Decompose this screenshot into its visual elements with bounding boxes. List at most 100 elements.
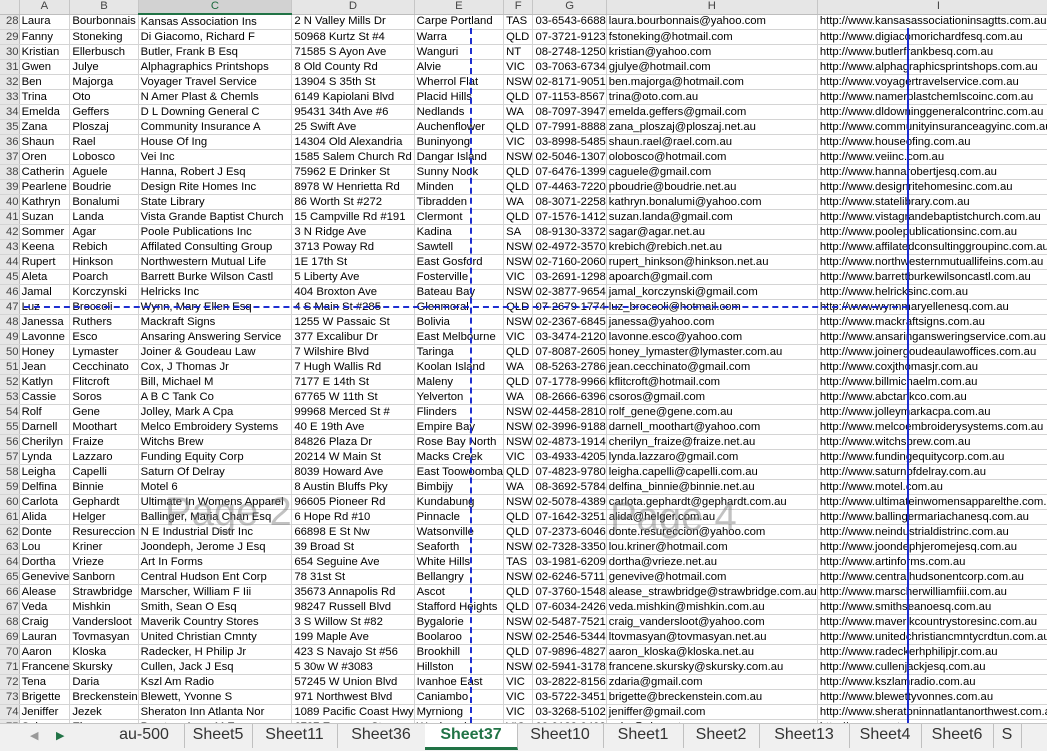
cell-h[interactable]: jeniffer@gmail.com	[606, 704, 818, 720]
cell-i[interactable]: http://www.alphagraphicsprintshops.com.a…	[817, 59, 1047, 75]
cell-d[interactable]: 7177 E 14th St	[291, 374, 415, 390]
cell-i[interactable]: http://www.sheratoninnatlantanorthwest.c…	[817, 704, 1047, 720]
cell-g[interactable]: 07-3721-9123	[532, 29, 607, 45]
cell-a[interactable]: Lynda	[19, 449, 71, 465]
cell-e[interactable]: Clermont	[414, 209, 505, 225]
row-header[interactable]: 46	[0, 284, 20, 300]
cell-g[interactable]: 02-4458-2810	[532, 404, 607, 420]
cell-c[interactable]: Marscher, William F Iii	[138, 584, 293, 600]
cell-i[interactable]: http://www.kszlamradio.com.au	[817, 674, 1047, 690]
cell-c[interactable]: House Of Ing	[138, 134, 293, 150]
cell-h[interactable]: genevive@hotmail.com	[606, 569, 818, 585]
cell-h[interactable]: delfina_binnie@binnie.net.au	[606, 479, 818, 495]
cell-h[interactable]: cherilyn_fraize@fraize.net.au	[606, 434, 818, 450]
cell-e[interactable]: Ascot	[414, 584, 505, 600]
cell-d[interactable]: 7 Hugh Wallis Rd	[291, 359, 415, 375]
cell-b[interactable]: Gene	[69, 404, 139, 420]
cell-g[interactable]: 02-4873-1914	[532, 434, 607, 450]
cell-d[interactable]: 99968 Merced St #	[291, 404, 415, 420]
cell-e[interactable]: Boolaroo	[414, 629, 505, 645]
sheet-tab-sheet1[interactable]: Sheet1	[603, 724, 684, 748]
cell-f[interactable]: NSW	[503, 74, 534, 90]
cell-f[interactable]: WA	[503, 479, 534, 495]
cell-b[interactable]: Breckenstein	[69, 689, 139, 705]
cell-d[interactable]: 84826 Plaza Dr	[291, 434, 415, 450]
cell-c[interactable]: Cox, J Thomas Jr	[138, 359, 293, 375]
cell-g[interactable]: 07-2373-6046	[532, 524, 607, 540]
cell-i[interactable]: http://www.mackraftsigns.com.au	[817, 314, 1047, 330]
cell-c[interactable]: Melco Embroidery Systems	[138, 419, 293, 435]
cell-a[interactable]: Kathryn	[19, 194, 71, 210]
cell-e[interactable]: Tibradden	[414, 194, 505, 210]
cell-i[interactable]: http://www.saturnofdelray.com.au	[817, 464, 1047, 480]
cell-h[interactable]: gjulye@hotmail.com	[606, 59, 818, 75]
cell-e[interactable]: Pinnacle	[414, 509, 505, 525]
cell-h[interactable]: veda.mishkin@mishkin.com.au	[606, 599, 818, 615]
cell-f[interactable]: VIC	[503, 329, 534, 345]
cell-e[interactable]: Rose Bay North	[414, 434, 505, 450]
cell-d[interactable]: 3713 Poway Rd	[291, 239, 415, 255]
cell-b[interactable]: Oto	[69, 89, 139, 105]
cell-h[interactable]: honey_lymaster@lymaster.com.au	[606, 344, 818, 360]
cell-b[interactable]: Rebich	[69, 239, 139, 255]
cell-a[interactable]: Aaron	[19, 644, 71, 660]
cell-i[interactable]: http://www.jolleymarkacpa.com.au	[817, 404, 1047, 420]
row-header[interactable]: 37	[0, 149, 20, 165]
cell-e[interactable]: Caniambo	[414, 689, 505, 705]
cell-c[interactable]: Central Hudson Ent Corp	[138, 569, 293, 585]
cell-a[interactable]: Cherilyn	[19, 434, 71, 450]
cell-b[interactable]: Jezek	[69, 704, 139, 720]
cell-a[interactable]: Genevive	[19, 569, 71, 585]
cell-f[interactable]: QLD	[503, 464, 534, 480]
cell-a[interactable]: Delfina	[19, 479, 71, 495]
cell-a[interactable]: Lavonne	[19, 329, 71, 345]
cell-g[interactable]: 03-5722-3451	[532, 689, 607, 705]
cell-i[interactable]: http://www.designritehomesinc.com.au	[817, 179, 1047, 195]
cell-h[interactable]: laura.bourbonnais@yahoo.com	[606, 14, 818, 30]
cell-d[interactable]: 5 Liberty Ave	[291, 269, 415, 285]
cell-b[interactable]: Lobosco	[69, 149, 139, 165]
sheet-tab-s[interactable]: S	[993, 724, 1022, 748]
cell-i[interactable]: http://www.poolepublicationsinc.com.au	[817, 224, 1047, 240]
cell-c[interactable]: Ballinger, Maria Chan Esq	[138, 509, 293, 525]
cell-b[interactable]: Cecchinato	[69, 359, 139, 375]
cell-f[interactable]: QLD	[503, 164, 534, 180]
cell-c[interactable]: Hanna, Robert J Esq	[138, 164, 293, 180]
cell-g[interactable]: 08-5263-2786	[532, 359, 607, 375]
column-header-g[interactable]: G	[532, 0, 607, 15]
row-header[interactable]: 43	[0, 239, 20, 255]
cell-i[interactable]: http://www.digiacomorichardfesq.com.au	[817, 29, 1047, 45]
cell-c[interactable]: United Christian Cmnty	[138, 629, 293, 645]
cell-f[interactable]: QLD	[503, 29, 534, 45]
cell-h[interactable]: suzan.landa@gmail.com	[606, 209, 818, 225]
cell-e[interactable]: Sawtell	[414, 239, 505, 255]
cell-h[interactable]: zdaria@gmail.com	[606, 674, 818, 690]
row-header[interactable]: 73	[0, 689, 20, 705]
cell-c[interactable]: Bill, Michael M	[138, 374, 293, 390]
row-header[interactable]: 62	[0, 524, 20, 540]
row-header[interactable]: 58	[0, 464, 20, 480]
cell-a[interactable]: Kristian	[19, 44, 71, 60]
cell-h[interactable]: sagar@agar.net.au	[606, 224, 818, 240]
cell-f[interactable]: QLD	[503, 374, 534, 390]
cell-i[interactable]: http://www.communityinsuranceagyinc.com.…	[817, 119, 1047, 135]
cell-d[interactable]: 2 N Valley Mills Dr	[291, 14, 415, 30]
cell-a[interactable]: Lou	[19, 539, 71, 555]
column-header-c[interactable]: C	[138, 0, 293, 15]
cell-e[interactable]: Stafford Heights	[414, 599, 505, 615]
column-header-a[interactable]: A	[19, 0, 71, 15]
cell-e[interactable]: Placid Hills	[414, 89, 505, 105]
cell-h[interactable]: lavonne.esco@yahoo.com	[606, 329, 818, 345]
cell-a[interactable]: Leigha	[19, 464, 71, 480]
cell-d[interactable]: 8978 W Henrietta Rd	[291, 179, 415, 195]
row-header[interactable]: 63	[0, 539, 20, 555]
cell-g[interactable]: 03-8998-5485	[532, 134, 607, 150]
cell-g[interactable]: 02-3996-9188	[532, 419, 607, 435]
cell-a[interactable]: Jean	[19, 359, 71, 375]
cell-g[interactable]: 03-1981-6209	[532, 554, 607, 570]
cell-g[interactable]: 03-7063-6734	[532, 59, 607, 75]
cell-i[interactable]: http://www.barrettburkewilsoncastl.com.a…	[817, 269, 1047, 285]
cell-d[interactable]: 95431 34th Ave #6	[291, 104, 415, 120]
cell-e[interactable]: Kundabung	[414, 494, 505, 510]
cell-d[interactable]: 40 E 19th Ave	[291, 419, 415, 435]
